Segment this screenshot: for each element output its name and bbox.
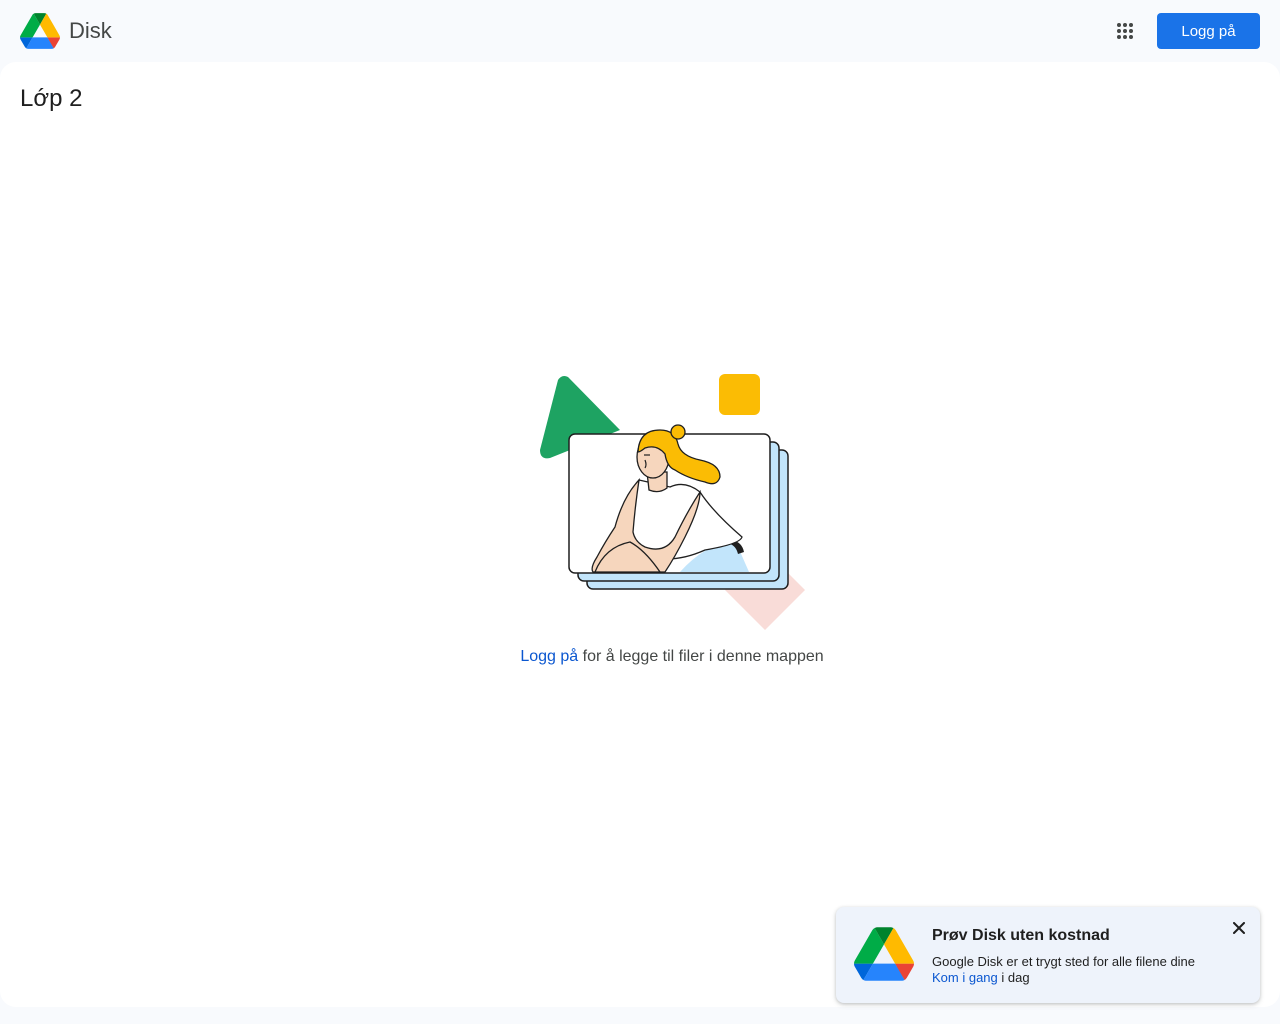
promo-cta-line: Kom i gang i dag <box>932 970 1030 986</box>
top-bar: Disk Logg på <box>0 0 1280 62</box>
promo-drive-logo <box>854 927 914 986</box>
google-apps-button[interactable] <box>1105 11 1145 51</box>
sign-in-button[interactable]: Logg på <box>1157 13 1260 49</box>
promo-title: Prøv Disk uten kostnad <box>932 927 1110 944</box>
drive-logo-icon <box>20 13 60 49</box>
empty-message-text: for å legge til filer i denne mappen <box>578 648 824 665</box>
empty-folder-illustration <box>535 372 810 637</box>
folder-content-area: Lớp 2 Logg på for å legge til filer i de… <box>0 62 1280 1007</box>
promo-cta-suffix: i dag <box>997 970 1030 985</box>
apps-grid-icon <box>1117 23 1133 39</box>
drive-logo-icon <box>854 927 914 981</box>
close-icon <box>1233 922 1245 934</box>
empty-signin-link[interactable]: Logg på <box>520 648 578 665</box>
app-name: Disk <box>69 18 112 43</box>
folder-title: Lớp 2 <box>20 85 83 112</box>
drive-home-link[interactable]: Disk <box>20 12 112 50</box>
promo-get-started-link[interactable]: Kom i gang <box>932 970 998 985</box>
promo-description: Google Disk er et trygt sted for alle fi… <box>932 954 1196 969</box>
empty-folder-message: Logg på for å legge til filer i denne ma… <box>0 647 1280 667</box>
promo-close-button[interactable] <box>1228 917 1250 939</box>
try-drive-promo: Prøv Disk uten kostnad Google Disk er et… <box>836 907 1260 1003</box>
